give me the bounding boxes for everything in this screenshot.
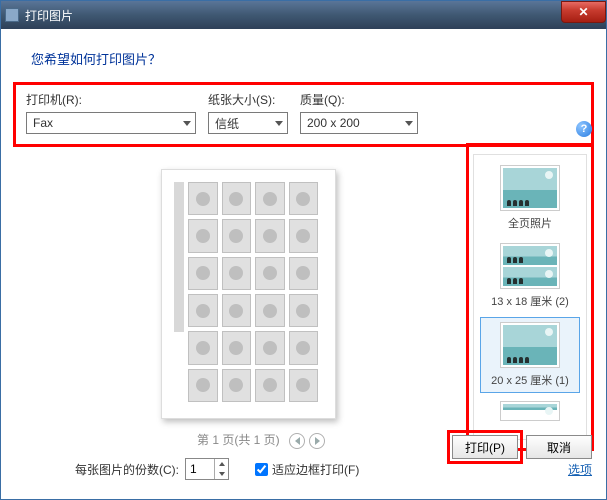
layout-thumb-icon bbox=[500, 401, 560, 421]
print-preview bbox=[161, 169, 336, 419]
list-item bbox=[188, 294, 218, 327]
arrow-up-icon bbox=[219, 462, 225, 466]
app-icon bbox=[5, 8, 19, 22]
list-item bbox=[289, 257, 319, 290]
copies-spinner[interactable] bbox=[185, 458, 229, 480]
arrow-down-icon bbox=[219, 472, 225, 476]
paper-label: 纸张大小(S): bbox=[208, 91, 288, 108]
list-item bbox=[188, 369, 218, 402]
help-icon[interactable]: ? bbox=[576, 121, 592, 137]
copies-label: 每张图片的份数(C): bbox=[75, 461, 179, 478]
copies-group: 每张图片的份数(C): bbox=[75, 458, 229, 480]
window-title: 打印图片 bbox=[25, 7, 73, 24]
list-item bbox=[188, 182, 218, 215]
layout-label: 20 x 25 厘米 (1) bbox=[491, 372, 569, 388]
preview-image-grid bbox=[188, 182, 318, 402]
layout-scroll[interactable]: 全页照片 13 x 18 厘米 (2) 20 x 25 厘米 (1) bbox=[473, 154, 587, 440]
layout-label: 全页照片 bbox=[508, 215, 552, 231]
preview-margin-strip bbox=[174, 182, 184, 332]
pager-text: 第 1 页(共 1 页) bbox=[197, 433, 280, 447]
fit-frame-group[interactable]: 适应边框打印(F) bbox=[255, 461, 359, 478]
chevron-down-icon bbox=[275, 121, 283, 126]
list-item bbox=[188, 331, 218, 364]
list-item bbox=[222, 369, 252, 402]
list-item bbox=[222, 257, 252, 290]
list-item bbox=[222, 331, 252, 364]
options-link[interactable]: 选项 bbox=[568, 461, 592, 478]
list-item bbox=[289, 219, 319, 252]
prompt-text: 您希望如何打印图片？ bbox=[31, 49, 576, 68]
quality-value: 200 x 200 bbox=[307, 116, 360, 130]
layout-thumb-icon bbox=[500, 165, 560, 211]
arrow-right-icon bbox=[315, 437, 320, 445]
printer-settings-group: 打印机(R): Fax 纸张大小(S): 信纸 质量(Q): 200 x 200 bbox=[13, 82, 594, 147]
fit-frame-label: 适应边框打印(F) bbox=[272, 461, 359, 478]
list-item bbox=[255, 331, 285, 364]
page-indicator: 第 1 页(共 1 页) bbox=[161, 431, 361, 449]
layout-label: 13 x 18 厘米 (2) bbox=[491, 293, 569, 309]
layout-picker: 全页照片 13 x 18 厘米 (2) 20 x 25 厘米 (1) bbox=[466, 143, 594, 451]
header: 您希望如何打印图片？ bbox=[1, 29, 606, 82]
layout-item-full[interactable]: 全页照片 bbox=[480, 161, 580, 235]
list-item bbox=[255, 294, 285, 327]
close-icon: ✕ bbox=[578, 5, 588, 19]
layout-item-partial[interactable] bbox=[480, 397, 580, 429]
spinner-down-button[interactable] bbox=[215, 469, 228, 479]
list-item bbox=[222, 294, 252, 327]
next-page-button[interactable] bbox=[309, 433, 325, 449]
printer-combo[interactable]: Fax bbox=[26, 112, 196, 134]
spinner-up-button[interactable] bbox=[215, 459, 228, 469]
paper-value: 信纸 bbox=[215, 115, 239, 132]
chevron-down-icon bbox=[405, 121, 413, 126]
fit-frame-checkbox[interactable] bbox=[255, 463, 268, 476]
content-area: 第 1 页(共 1 页) 全页照片 bbox=[1, 159, 606, 447]
print-pictures-window: 打印图片 ✕ 您希望如何打印图片？ 打印机(R): Fax 纸张大小(S): 信… bbox=[0, 0, 607, 500]
arrow-left-icon bbox=[295, 437, 300, 445]
list-item bbox=[222, 182, 252, 215]
chevron-down-icon bbox=[183, 121, 191, 126]
list-item bbox=[255, 369, 285, 402]
quality-label: 质量(Q): bbox=[300, 91, 418, 108]
previous-page-button[interactable] bbox=[289, 433, 305, 449]
list-item bbox=[289, 294, 319, 327]
list-item bbox=[255, 182, 285, 215]
list-item bbox=[255, 257, 285, 290]
paper-combo[interactable]: 信纸 bbox=[208, 112, 288, 134]
layout-item-13x18[interactable]: 13 x 18 厘米 (2) bbox=[480, 239, 580, 313]
list-item bbox=[289, 182, 319, 215]
layout-thumb-icon bbox=[500, 322, 560, 368]
list-item bbox=[188, 257, 218, 290]
list-item bbox=[255, 219, 285, 252]
layout-thumb-icon bbox=[500, 243, 560, 289]
layout-item-20x25[interactable]: 20 x 25 厘米 (1) bbox=[480, 317, 580, 393]
title-bar: 打印图片 ✕ bbox=[1, 1, 606, 29]
footer-bar: 每张图片的份数(C): 适应边框打印(F) 选项 bbox=[1, 449, 606, 489]
copies-input[interactable] bbox=[186, 459, 214, 479]
list-item bbox=[289, 369, 319, 402]
printer-label: 打印机(R): bbox=[26, 91, 196, 108]
close-button[interactable]: ✕ bbox=[561, 1, 606, 23]
quality-combo[interactable]: 200 x 200 bbox=[300, 112, 418, 134]
list-item bbox=[188, 219, 218, 252]
list-item bbox=[289, 331, 319, 364]
list-item bbox=[222, 219, 252, 252]
printer-value: Fax bbox=[33, 116, 53, 130]
